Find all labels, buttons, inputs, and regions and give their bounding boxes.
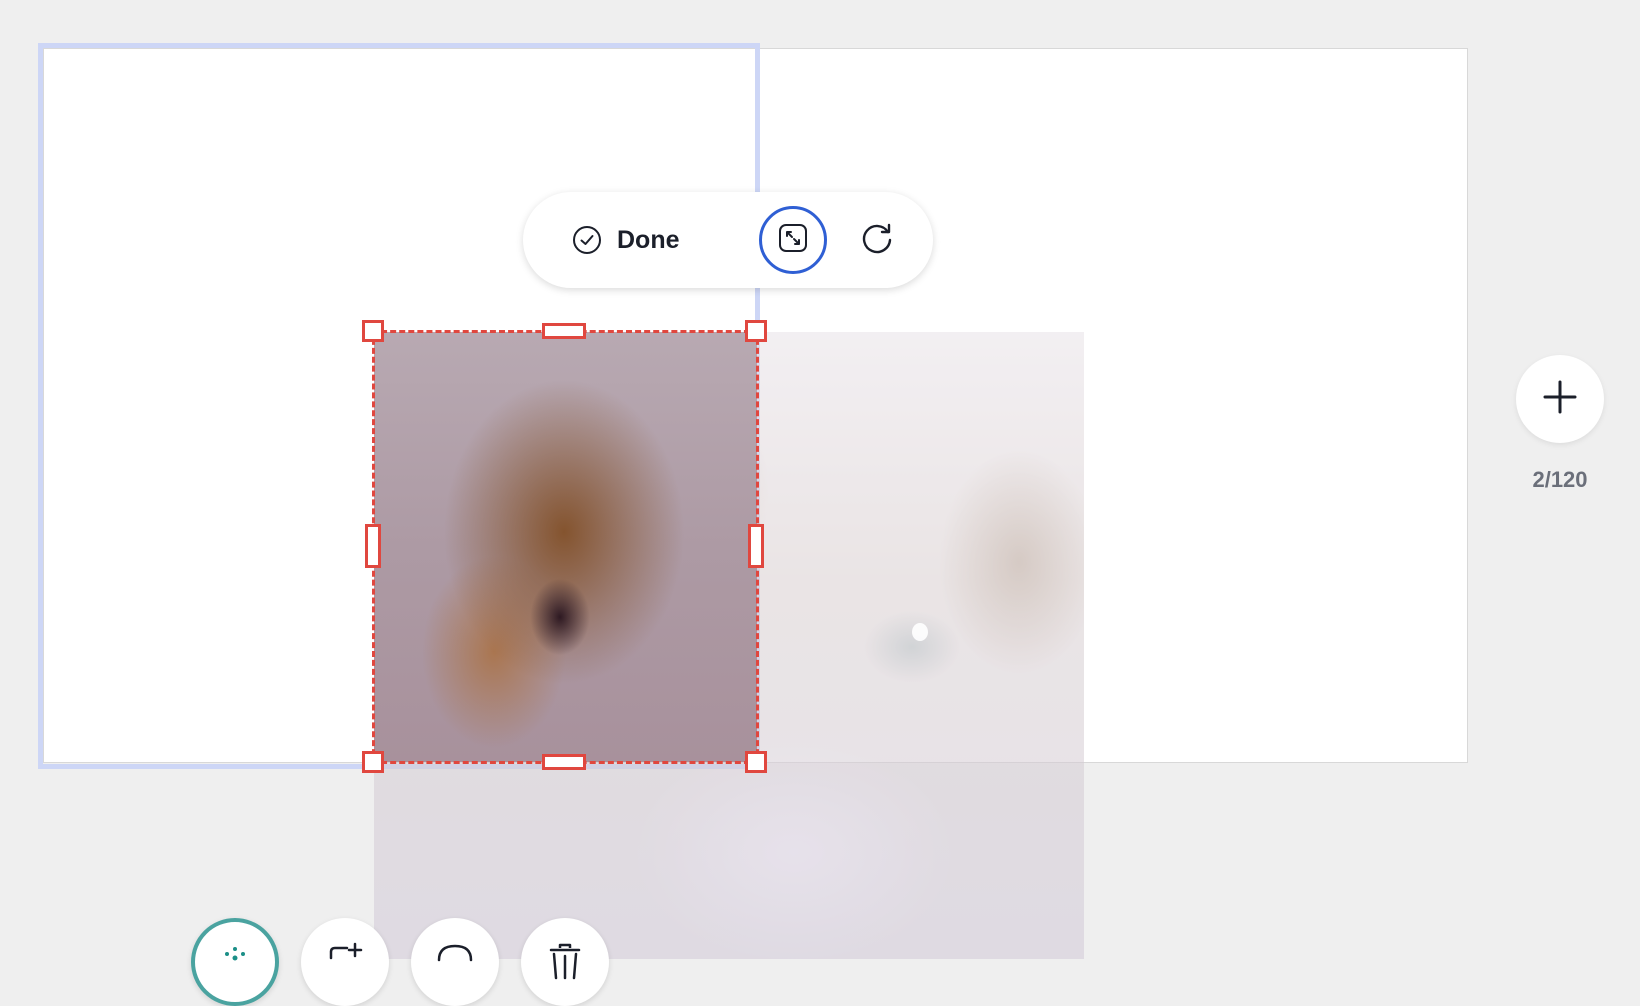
magic-icon: [217, 922, 253, 1002]
comment-button[interactable]: [411, 918, 499, 1006]
plus-icon: [1542, 379, 1578, 420]
crop-handle-right[interactable]: [748, 524, 764, 568]
crop-handle-top-left[interactable]: [362, 320, 384, 342]
add-page-bottom-button[interactable]: [301, 918, 389, 1006]
crop-fit-button[interactable]: [759, 206, 827, 274]
add-page-icon: [325, 918, 365, 1006]
reset-button[interactable]: [857, 220, 897, 260]
crop-handle-top-right[interactable]: [745, 320, 767, 342]
rotate-icon: [859, 220, 895, 261]
crop-border[interactable]: [372, 330, 759, 764]
check-circle-icon: [571, 224, 603, 256]
crop-handle-top[interactable]: [542, 323, 586, 339]
crop-handle-bottom[interactable]: [542, 754, 586, 770]
magic-button[interactable]: [191, 918, 279, 1006]
crop-fit-icon: [777, 222, 809, 259]
done-button[interactable]: Done: [571, 218, 680, 262]
trash-icon: [545, 918, 585, 1006]
crop-handle-bottom-left[interactable]: [362, 751, 384, 773]
crop-toolbar: Done: [523, 192, 933, 288]
delete-button[interactable]: [521, 918, 609, 1006]
photo-eye-highlight: [912, 623, 928, 641]
crop-handle-left[interactable]: [365, 524, 381, 568]
done-label: Done: [617, 225, 680, 254]
comment-icon: [435, 918, 475, 1006]
add-page-button[interactable]: [1516, 355, 1604, 443]
crop-handle-bottom-right[interactable]: [745, 751, 767, 773]
page-count: 2/120: [1532, 467, 1588, 492]
